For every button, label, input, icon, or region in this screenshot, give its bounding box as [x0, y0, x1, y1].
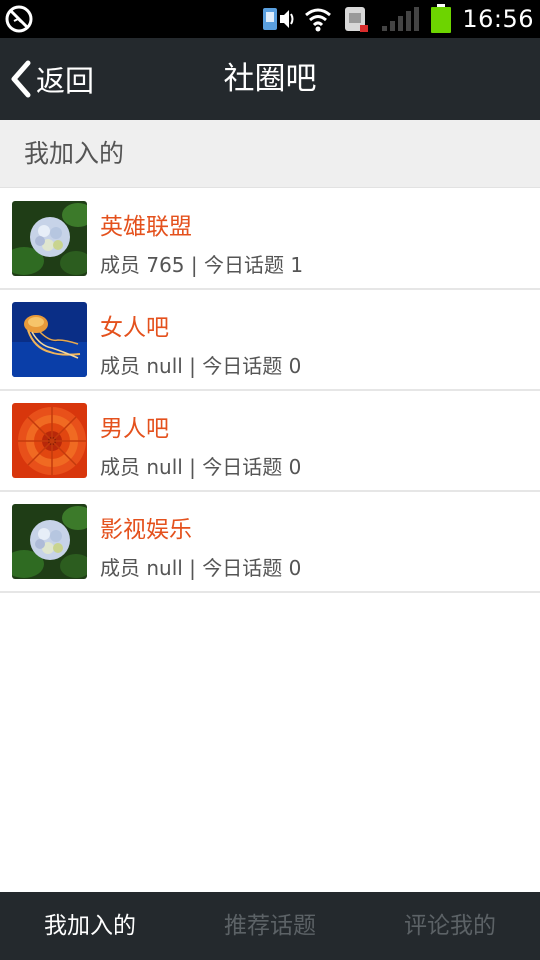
signal-icon [382, 7, 420, 31]
back-button[interactable]: 返回 [6, 38, 94, 120]
status-bar: 16:56 [0, 0, 540, 38]
clock: 16:56 [462, 5, 534, 33]
bottom-tab-bar: 我加入的 推荐话题 评论我的 [0, 892, 540, 960]
group-thumbnail [12, 504, 87, 579]
section-header: 我加入的 [0, 120, 540, 188]
group-name: 女人吧 [100, 315, 169, 341]
sim-card-icon [345, 7, 369, 32]
list-item[interactable]: 英雄联盟 成员 765 | 今日话题 1 [0, 189, 540, 290]
list-item[interactable]: 影视娱乐 成员 null | 今日话题 0 [0, 492, 540, 593]
group-list: 英雄联盟 成员 765 | 今日话题 1 女人吧 成员 null | 今日话题 … [0, 189, 540, 593]
group-thumbnail [12, 403, 87, 478]
group-name: 影视娱乐 [100, 517, 192, 543]
section-label: 我加入的 [24, 139, 125, 168]
tab-comments-to-me[interactable]: 评论我的 [360, 892, 540, 960]
group-meta: 成员 765 | 今日话题 1 [100, 253, 304, 277]
title-bar: 返回 社圈吧 [0, 38, 540, 120]
group-meta: 成员 null | 今日话题 0 [100, 455, 302, 479]
tab-recommended-topics[interactable]: 推荐话题 [180, 892, 360, 960]
group-thumbnail [12, 201, 87, 276]
group-meta: 成员 null | 今日话题 0 [100, 354, 302, 378]
sim-volume-icon [263, 8, 294, 30]
battery-icon [431, 4, 452, 33]
chevron-left-icon [11, 60, 31, 98]
list-item[interactable]: 男人吧 成员 null | 今日话题 0 [0, 391, 540, 492]
wifi-icon [305, 8, 332, 32]
group-meta: 成员 null | 今日话题 0 [100, 556, 302, 580]
tab-joined[interactable]: 我加入的 [0, 892, 180, 960]
list-item[interactable]: 女人吧 成员 null | 今日话题 0 [0, 290, 540, 391]
group-name: 男人吧 [100, 416, 169, 442]
back-label: 返回 [36, 64, 95, 98]
blocked-icon [5, 5, 33, 33]
group-thumbnail [12, 302, 87, 377]
group-name: 英雄联盟 [100, 214, 192, 240]
